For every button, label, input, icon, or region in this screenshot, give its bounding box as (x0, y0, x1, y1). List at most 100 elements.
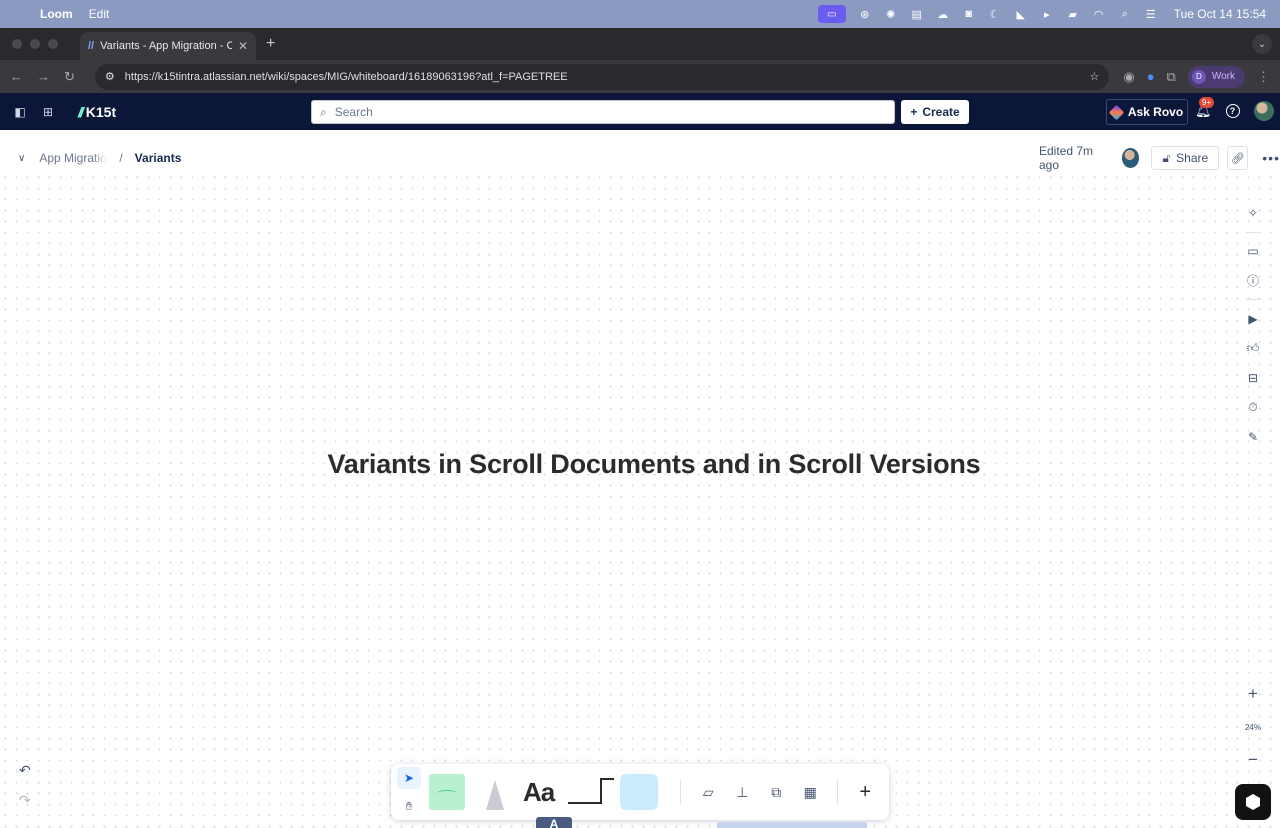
bookmark-star-icon[interactable]: ☆ (1089, 70, 1099, 83)
collapse-chevron-icon[interactable]: ∨ (18, 153, 25, 164)
section-frame-icon[interactable]: ▱ (695, 779, 721, 805)
whiteboard-heading-text[interactable]: Variants in Scroll Documents and in Scro… (0, 449, 1280, 480)
ai-sparkle-icon[interactable]: ✧ (1241, 198, 1265, 228)
copy-link-button[interactable]: 🔗︎ (1227, 146, 1249, 170)
select-tool-icon[interactable]: ➤ (397, 767, 421, 789)
search-input[interactable]: ⌕ Search (311, 100, 895, 124)
extension-blue-icon[interactable]: ● (1147, 69, 1155, 84)
whiteboard-canvas[interactable]: Variants in Scroll Documents and in Scro… (0, 172, 1280, 828)
browser-menu-icon[interactable]: ⋮ (1257, 69, 1270, 85)
stamp-icon[interactable]: ⊟ (1241, 363, 1265, 393)
tab-list-chevron-icon[interactable]: ⌄ (1252, 34, 1272, 54)
sticky-note-tool[interactable] (429, 774, 465, 810)
lock-icon: 🔓︎ (1162, 150, 1171, 165)
timer-icon[interactable]: ⏱︎ (1241, 393, 1265, 423)
right-tool-rail: ✧ ▭ ⓘ ▶ 👍︎ ⊟ ⏱︎ ✎ (1237, 190, 1269, 452)
comments-icon[interactable]: ▭ (1241, 236, 1265, 266)
breadcrumb-separator: / (119, 151, 123, 165)
pen-icon (486, 780, 504, 810)
share-button[interactable]: 🔓︎ Share (1151, 146, 1220, 170)
video-icon[interactable]: ▶ (1241, 304, 1265, 334)
add-more-icon[interactable]: + (852, 779, 878, 805)
battery-icon[interactable]: ▰ (1066, 8, 1080, 21)
rovo-logo-icon (1108, 104, 1125, 120)
create-button[interactable]: + Create (901, 100, 969, 124)
partial-canvas-element[interactable]: A (536, 817, 572, 828)
zoom-out-button[interactable]: − (1248, 750, 1258, 770)
moon-icon[interactable]: ☾ (988, 8, 1002, 21)
magic-wand-icon[interactable]: ✎ (1241, 422, 1265, 452)
breadcrumb-current[interactable]: Variants (135, 151, 182, 165)
confluence-favicon-icon: // (88, 40, 95, 52)
chatgpt-icon[interactable]: ⊛ (858, 8, 872, 21)
insert-element-icon[interactable]: ⧉ (763, 779, 789, 805)
forward-arrow-icon[interactable]: → (37, 69, 50, 84)
minimize-window-button[interactable] (30, 39, 40, 49)
info-icon[interactable]: ⓘ (1241, 266, 1265, 296)
search-icon: ⌕ (320, 104, 327, 119)
help-icon[interactable]: ? (1225, 104, 1240, 118)
zoom-level[interactable]: 24% (1245, 723, 1261, 732)
nav-right-actions: 🔔︎ 9+ ? (1195, 97, 1274, 121)
undo-button[interactable]: ↶ (19, 762, 31, 779)
zoom-window-button[interactable] (48, 39, 58, 49)
logo-mark-icon: // (78, 103, 84, 120)
ask-rovo-button[interactable]: Ask Rovo (1106, 99, 1188, 125)
hand-tool-icon[interactable]: ✋︎ (397, 795, 421, 817)
menubar-clock[interactable]: Tue Oct 14 15:54 (1174, 7, 1266, 21)
reactions-thumbs-up-icon[interactable]: 👍︎ (1241, 334, 1265, 364)
play-icon[interactable]: ▸ (1040, 8, 1054, 21)
stamp-tool-icon[interactable]: ⊥ (729, 779, 755, 805)
cloud-icon[interactable]: ☁ (936, 8, 950, 21)
app-switcher-icon[interactable]: ⊞ (40, 104, 56, 120)
site-logo[interactable]: // K15t (78, 104, 116, 120)
reload-icon[interactable]: ↻ (64, 69, 75, 85)
help-assistant-button[interactable] (1235, 784, 1271, 820)
wifi-icon[interactable]: ◠ (1092, 8, 1106, 21)
partial-canvas-element[interactable] (717, 822, 867, 828)
back-arrow-icon[interactable]: ← (10, 69, 23, 84)
window-controls (12, 39, 58, 49)
plus-icon: + (910, 105, 918, 119)
screen-recording-icon[interactable]: ▭ (817, 5, 846, 23)
user-avatar[interactable] (1253, 101, 1274, 121)
new-tab-button[interactable]: + (266, 35, 275, 53)
connector-tool[interactable] (568, 778, 615, 804)
menubar-status-area: ▭ ⊛ ✺ ▤ ☁ ◙ ☾ ◣ ▸ ▰ ◠ ⌕ ☰ Tue Oct 14 15:… (817, 5, 1266, 23)
control-center-icon[interactable]: ☰ (1144, 8, 1158, 21)
browser-address-bar: ← → ↻ ⚙ https://k15tintra.atlassian.net/… (0, 60, 1280, 93)
extension-icon[interactable]: ◉ (1123, 69, 1134, 85)
whiteboard-header: ∨ App Migration / Variants Edited 7m ago… (0, 144, 1280, 172)
breadcrumb-parent[interactable]: App Migration (39, 151, 107, 165)
bird-icon[interactable]: ◣ (1014, 8, 1028, 21)
notifications-bell-icon[interactable]: 🔔︎ 9+ (1195, 97, 1215, 119)
assistant-logo-icon (1246, 794, 1260, 810)
collaborator-avatar[interactable] (1122, 148, 1140, 168)
close-window-button[interactable] (12, 39, 22, 49)
templates-icon[interactable]: ▦ (797, 779, 823, 805)
menu-app-icon[interactable]: ▤ (910, 8, 924, 21)
more-actions-icon[interactable]: ••• (1262, 150, 1280, 166)
browser-tab-active[interactable]: // Variants - App Migration - Co ✕ (80, 32, 256, 60)
profile-label: Work (1211, 71, 1235, 82)
site-settings-icon[interactable]: ⚙ (105, 70, 115, 83)
spotlight-search-icon[interactable]: ⌕ (1118, 8, 1132, 20)
puzzle-extensions-icon[interactable]: ⧉ (1167, 69, 1176, 85)
sidebar-toggle-icon[interactable]: ◧ (12, 104, 28, 120)
text-tool[interactable]: Aa (523, 777, 555, 808)
redo-button[interactable]: ↷ (19, 792, 31, 809)
url-text[interactable]: https://k15tintra.atlassian.net/wiki/spa… (125, 71, 1080, 83)
browser-extensions: ◉ ● ⧉ D Work ⋮ (1123, 65, 1270, 88)
camera-icon[interactable]: ◙ (962, 8, 976, 20)
menubar-edit[interactable]: Edit (89, 7, 110, 21)
menubar-app-name[interactable]: Loom (40, 7, 73, 21)
url-field[interactable]: ⚙ https://k15tintra.atlassian.net/wiki/s… (94, 63, 1110, 90)
loom-icon[interactable]: ✺ (884, 8, 898, 21)
shape-tool[interactable] (620, 774, 659, 810)
zoom-in-button[interactable]: + (1248, 684, 1258, 704)
zoom-controls: + 24% − (1240, 684, 1266, 770)
edited-timestamp[interactable]: Edited 7m ago (1039, 144, 1106, 172)
profile-work-button[interactable]: D Work (1187, 65, 1245, 88)
close-tab-icon[interactable]: ✕ (238, 39, 248, 53)
pen-tool[interactable] (479, 774, 511, 810)
